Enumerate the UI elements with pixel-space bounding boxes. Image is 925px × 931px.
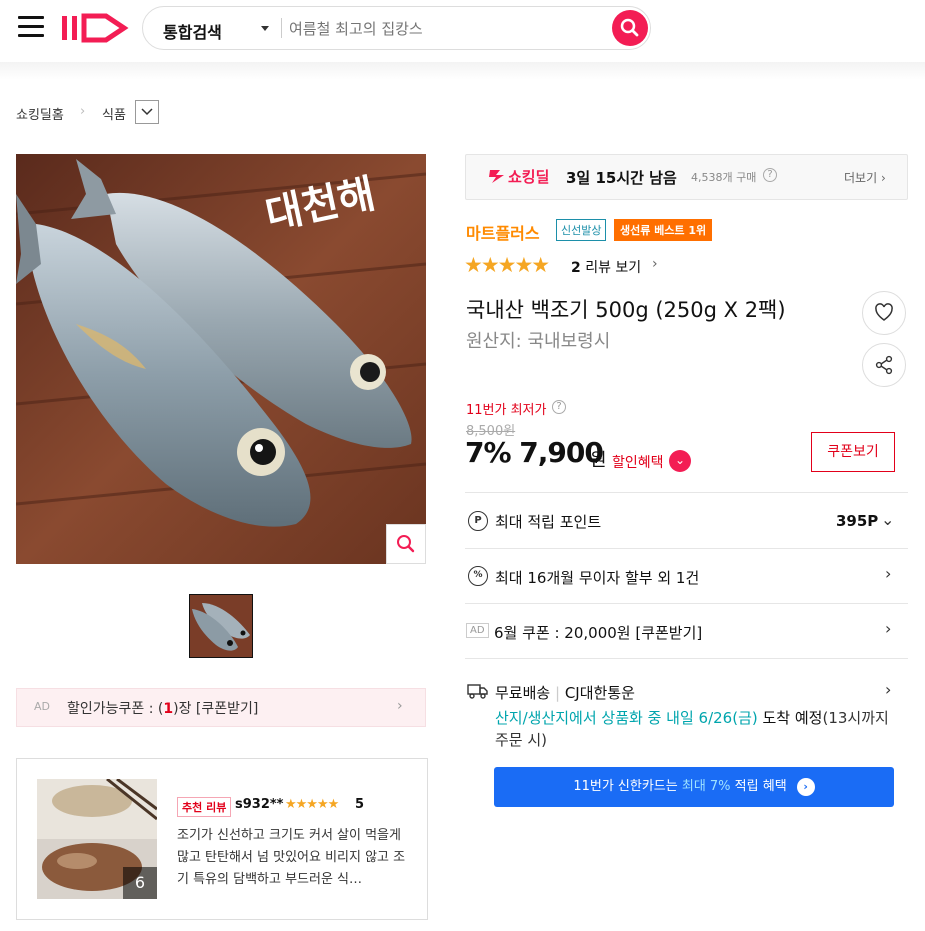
coupon-banner[interactable]: AD 할인가능쿠폰 : (1)장 [쿠폰받기] › [16,688,426,727]
chevron-right-icon: › [652,256,658,272]
search-divider [281,18,282,38]
search-input[interactable] [289,17,589,41]
installment-label: 최대 16개월 무이자 할부 외 1건 [495,569,700,587]
ad-label: AD [34,700,50,713]
share-button[interactable] [862,343,906,387]
currency-unit: 원 [590,450,607,471]
chevron-down-icon [141,108,153,116]
coupon-offer-row[interactable]: 6월 쿠폰 : 20,000원 [쿠폰받기] › [465,604,908,658]
shipping-info: 무료배송 | CJ대한통운 [495,682,635,703]
recommended-review-card[interactable]: 6 추천 리뷰 s932** ★★★★★ 5 조기가 신선하고 크기도 커서 살… [16,758,428,920]
point-value: 395P [836,512,879,530]
product-main-image[interactable]: 대천해 [16,154,426,564]
breadcrumb-home[interactable]: 쇼킹딜홈 [16,104,64,123]
help-icon[interactable]: ? [763,168,777,182]
shocking-deal-label: 쇼킹딜 [508,168,550,186]
free-shipping-label: 무료배송 [495,684,551,702]
review-count: 2 [571,260,581,276]
search-box: 통합검색 [142,6,651,50]
deal-purchase-count: 4,538개 구매 [691,171,757,184]
ad-label: AD [466,623,489,638]
flash-icon [489,170,504,183]
product-title: 국내산 백조기 500g (250g X 2팩) [466,298,786,322]
product-thumbnail[interactable] [189,594,253,658]
zoom-button[interactable] [386,524,426,564]
coupon-view-button[interactable]: 쿠폰보기 [811,432,895,472]
card-promo-button[interactable]: 11번가 신한카드는 최대 7% 적립 혜택 › [494,767,894,807]
coupon-suffix: )장 [쿠폰받기] [173,701,259,717]
deal-time-left: 3일 15시간 남음 [566,169,677,187]
search-icon [620,18,639,37]
coupon-count: 1 [163,701,174,717]
category-dropdown-button[interactable] [135,100,159,124]
point-label: 최대 적립 포인트 [495,513,602,531]
coupon-banner-text: 할인가능쿠폰 : (1)장 [쿠폰받기] [67,698,258,718]
wishlist-button[interactable] [862,291,906,335]
chevron-right-icon: › [885,564,892,583]
best-rank-tag[interactable]: 생선류 베스트 1위 [614,219,713,241]
zoom-icon [397,535,415,553]
delivery-eta: 산지/생산지에서 상품화 중 내일 6/26(금) 도착 예정(13시까지 주문… [495,707,895,751]
chevron-down-icon: ⌄ [881,510,895,529]
review-star-rating: ★★★★★ [285,797,339,812]
fresh-shipping-tag: 신선발상 [556,219,607,241]
product-origin: 원산지: 국내보령시 [466,331,611,352]
help-icon[interactable]: ? [552,400,566,414]
sale-price: 7% 7,900 [465,436,604,469]
heart-icon [875,303,893,321]
chevron-right-icon: › [80,104,86,119]
shocking-deal-logo: 쇼킹딜 [488,166,549,187]
shipping-carrier: CJ대한통운 [564,684,635,702]
search-button[interactable] [612,10,648,46]
discount-benefit-link[interactable]: 할인혜택 [612,452,664,472]
chevron-right-icon: › [885,619,892,638]
truck-icon [467,682,489,700]
caret-down-icon[interactable] [261,26,269,31]
menu-icon[interactable] [18,16,44,38]
deal-more-link[interactable]: 더보기 › [844,169,886,186]
card-promo-suffix: 적립 혜택 [730,779,787,794]
product-star-rating: ★★★★★ [464,253,550,277]
lowest-price-label: 11번가 최저가 [466,403,547,418]
review-text: 조기가 신선하고 크기도 커서 살이 먹을게 많고 탄탄해서 넘 맛있어요 비리… [177,828,406,887]
chevron-right-icon: › [397,698,403,714]
chevron-right-circle-icon: › [796,777,815,796]
card-promo-highlight: 최대 7% [681,779,731,794]
seller-brand[interactable]: 마트플러스 [466,220,540,244]
review-link[interactable]: 2 리뷰 보기 [571,257,641,277]
deal-more-label: 더보기 [844,171,878,185]
coupon-offer-label: 6월 쿠폰 : 20,000원 [쿠폰받기] [494,624,703,642]
divider [465,492,908,493]
separator: | [554,684,561,702]
delivery-eta-main: 산지/생산지에서 상품화 중 내일 6/26(금) [495,709,758,727]
chevron-down-icon[interactable]: ⌄ [669,450,691,472]
recommended-review-badge: 추천 리뷰 [177,797,232,817]
chevron-right-icon[interactable]: › [885,680,891,699]
coupon-prefix: 할인가능쿠폰 : ( [67,701,164,717]
review-link-label: 리뷰 보기 [585,260,642,276]
11st-logo[interactable] [60,10,132,46]
review-username: s932** [235,797,284,812]
divider [465,658,908,659]
card-promo-prefix: 11번가 신한카드는 [573,779,682,794]
installment-row[interactable]: % 최대 16개월 무이자 할부 외 1건 › [465,549,908,603]
top-header: 통합검색 [0,0,925,62]
point-icon: P [468,511,488,531]
header-divider [0,62,925,80]
search-category-select[interactable]: 통합검색 [163,19,222,43]
review-score: 5 [355,797,365,812]
percent-icon: % [468,566,488,586]
breadcrumb-category[interactable]: 식품 [102,104,126,123]
review-photo-count: 6 [123,867,157,899]
share-icon [875,355,893,375]
delivery-eta-suffix: 도착 예정 [757,709,823,727]
shocking-deal-bar: 쇼킹딜 3일 15시간 남음 4,538개 구매 ? 더보기 › [465,154,908,200]
